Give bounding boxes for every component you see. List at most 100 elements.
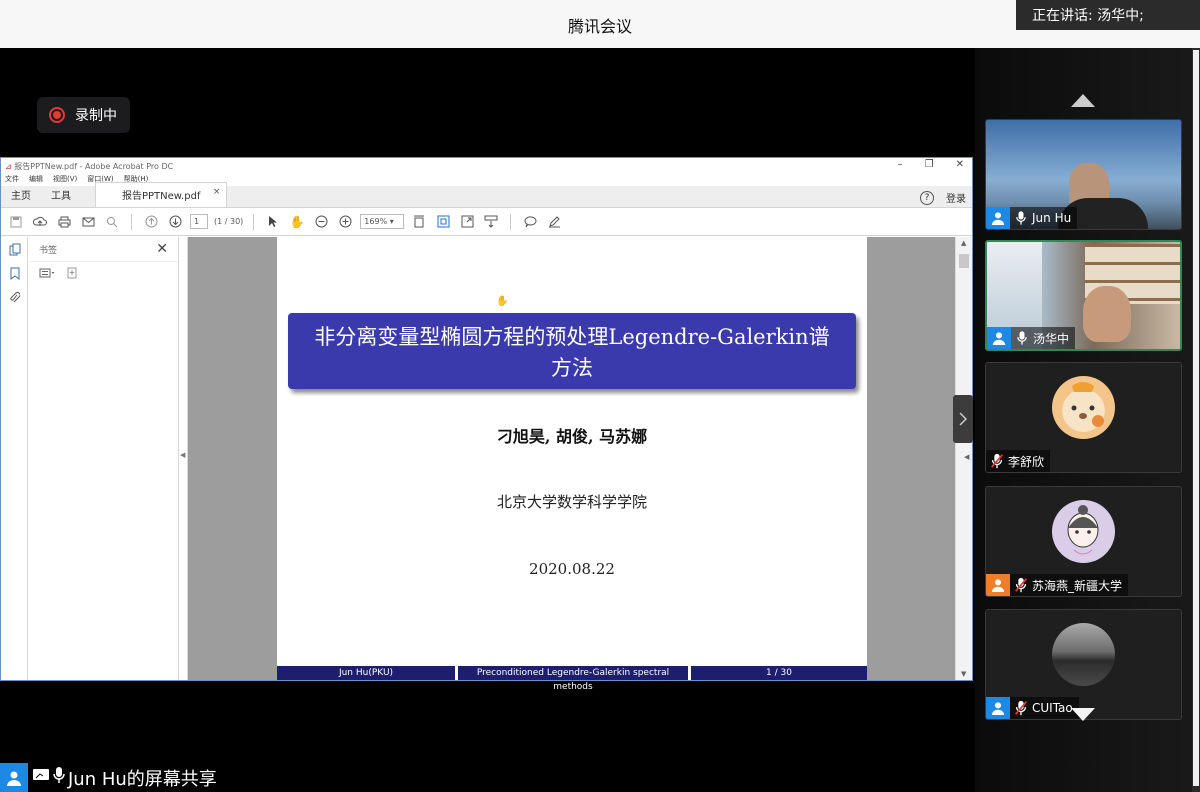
zoom-out-icon[interactable] bbox=[312, 213, 330, 231]
participant-name: 李舒欣 bbox=[1008, 454, 1045, 469]
search-icon[interactable] bbox=[103, 213, 121, 231]
scroll-up-arrow-icon[interactable] bbox=[1071, 94, 1095, 107]
panel-scrollbar[interactable] bbox=[1192, 48, 1200, 792]
page-number-input[interactable]: 1 bbox=[190, 214, 208, 229]
acrobat-tab-bar: 主页 工具 报告PPTNew.pdf × ? 登录 bbox=[1, 182, 972, 208]
user-icon bbox=[986, 207, 1010, 229]
toolbar-divider bbox=[510, 213, 512, 230]
acrobat-window: ⊿ 报告PPTNew.pdf - Adobe Acrobat Pro DC – … bbox=[0, 157, 973, 692]
record-icon bbox=[49, 107, 65, 123]
document-view[interactable]: ✋ 非分离变量型椭圆方程的预处理Legendre-Galerkin谱方法 刁旭昊… bbox=[188, 237, 955, 692]
recording-badge[interactable]: 录制中 bbox=[37, 97, 130, 133]
user-icon bbox=[986, 697, 1010, 719]
email-icon[interactable] bbox=[79, 213, 97, 231]
user-icon bbox=[987, 327, 1011, 349]
comment-icon[interactable] bbox=[521, 213, 539, 231]
participant-video bbox=[1083, 286, 1131, 342]
landscape-avatar-icon bbox=[1052, 623, 1115, 686]
tab-tools[interactable]: 工具 bbox=[41, 187, 81, 207]
footer-author: Jun Hu(PKU) bbox=[277, 666, 455, 680]
girl-avatar-icon bbox=[1052, 500, 1115, 563]
tab-document[interactable]: 报告PPTNew.pdf × bbox=[95, 182, 228, 207]
next-page-icon[interactable] bbox=[166, 213, 184, 231]
bookmark-icon[interactable] bbox=[1, 261, 28, 285]
page-count: (1 / 30) bbox=[214, 217, 244, 226]
slide-date: 2020.08.22 bbox=[529, 560, 615, 578]
participant-name-bar: 苏海燕_新疆大学 bbox=[986, 574, 1129, 596]
new-bookmark-icon[interactable] bbox=[67, 267, 78, 282]
footer-title: Preconditioned Legendre-Galerkin spectra… bbox=[458, 666, 688, 692]
slide-authors: 刁旭昊, 胡俊, 马苏娜 bbox=[496, 427, 648, 446]
acrobat-toolbar: 1 (1 / 30) ✋ 169% ▾ bbox=[1, 208, 972, 236]
participant-name-bar: 李舒欣 bbox=[986, 450, 1051, 472]
expand-right-icon[interactable]: ◀ bbox=[964, 453, 969, 461]
attachment-icon[interactable] bbox=[1, 285, 28, 309]
page-thumbnails-icon[interactable] bbox=[1, 237, 28, 261]
cloud-upload-icon[interactable] bbox=[31, 213, 49, 231]
participants-panel: Jun Hu 汤华中 李舒欣 苏海燕_新疆大学 CUITao bbox=[975, 48, 1200, 792]
scroll-down-icon[interactable]: ▼ bbox=[961, 670, 966, 678]
close-window-icon[interactable]: ✕ bbox=[956, 159, 964, 170]
participant-name: 汤华中 bbox=[1033, 331, 1070, 346]
participant-tile[interactable]: 李舒欣 bbox=[985, 362, 1182, 473]
fit-width-icon[interactable] bbox=[410, 213, 428, 231]
restore-icon[interactable]: ❐ bbox=[925, 159, 934, 170]
participant-name-bar: 汤华中 bbox=[987, 327, 1076, 349]
help-icon[interactable]: ? bbox=[920, 190, 934, 205]
save-icon[interactable] bbox=[7, 213, 25, 231]
participant-tile[interactable]: 苏海燕_新疆大学 bbox=[985, 486, 1182, 597]
hand-tool-icon[interactable]: ✋ bbox=[288, 213, 306, 231]
prev-page-icon[interactable] bbox=[142, 213, 160, 231]
pdf-file-icon: ⊿ bbox=[5, 162, 15, 171]
zoom-in-icon[interactable] bbox=[336, 213, 354, 231]
mic-icon bbox=[1011, 327, 1033, 349]
participant-name: CUITao bbox=[1032, 701, 1073, 715]
print-icon[interactable] bbox=[55, 213, 73, 231]
scroll-up-icon[interactable]: ▲ bbox=[961, 239, 966, 247]
menu-view[interactable]: 视图(V) bbox=[53, 174, 77, 186]
fit-page-icon[interactable] bbox=[434, 213, 452, 231]
menu-file[interactable]: 文件 bbox=[5, 174, 19, 186]
participant-tile[interactable]: Jun Hu bbox=[985, 119, 1182, 230]
navigation-rail bbox=[1, 237, 28, 680]
user-icon bbox=[0, 763, 28, 792]
bookmark-options-icon[interactable] bbox=[39, 268, 55, 281]
bookmarks-header: 书签 ✕ bbox=[29, 237, 178, 262]
tab-home[interactable]: 主页 bbox=[1, 187, 41, 207]
highlight-pen-icon[interactable] bbox=[545, 213, 563, 231]
participant-tile[interactable]: CUITao bbox=[985, 609, 1182, 720]
select-cursor-icon[interactable] bbox=[264, 213, 282, 231]
participant-tile[interactable]: 汤华中 bbox=[985, 240, 1182, 351]
zoom-level-select[interactable]: 169% ▾ bbox=[360, 214, 405, 229]
participant-name: Jun Hu bbox=[1032, 211, 1072, 225]
next-slide-button[interactable] bbox=[953, 395, 973, 443]
acrobat-title-bar: ⊿ 报告PPTNew.pdf - Adobe Acrobat Pro DC – … bbox=[1, 158, 972, 174]
mic-muted-icon bbox=[986, 450, 1008, 472]
recording-label: 录制中 bbox=[75, 108, 117, 124]
mic-icon bbox=[53, 766, 65, 789]
close-panel-icon[interactable]: ✕ bbox=[156, 241, 168, 257]
scroll-mode-icon[interactable] bbox=[482, 213, 500, 231]
footer-page: 1 / 30 bbox=[691, 666, 867, 680]
mic-muted-icon bbox=[1010, 574, 1032, 596]
bookmarks-title: 书签 bbox=[39, 245, 58, 256]
panel-collapse-handle[interactable]: ◀ bbox=[179, 237, 188, 680]
toolbar-divider bbox=[253, 213, 255, 230]
slide-footer: Jun Hu(PKU) Preconditioned Legendre-Gale… bbox=[277, 666, 867, 692]
pdf-page: ✋ 非分离变量型椭圆方程的预处理Legendre-Galerkin谱方法 刁旭昊… bbox=[277, 237, 867, 692]
hand-cursor-icon: ✋ bbox=[496, 296, 509, 307]
collapse-left-icon: ◀ bbox=[180, 451, 186, 459]
bear-avatar-icon bbox=[1052, 376, 1115, 439]
scrollbar-thumb[interactable] bbox=[959, 254, 969, 268]
login-link[interactable]: 登录 bbox=[946, 190, 966, 205]
minimize-icon[interactable]: – bbox=[898, 159, 903, 170]
close-tab-icon[interactable]: × bbox=[213, 187, 221, 197]
mic-icon bbox=[1010, 207, 1032, 229]
acrobat-window-title: 报告PPTNew.pdf - Adobe Acrobat Pro DC bbox=[14, 162, 174, 171]
panel-scrollbar-thumb[interactable] bbox=[1193, 50, 1199, 786]
screen-share-label: Jun Hu的屏幕共享 bbox=[0, 763, 217, 792]
screen-share-icon bbox=[32, 767, 50, 788]
full-screen-icon[interactable] bbox=[458, 213, 476, 231]
scroll-down-arrow-icon[interactable] bbox=[1071, 708, 1095, 721]
menu-edit[interactable]: 编辑 bbox=[29, 174, 43, 186]
